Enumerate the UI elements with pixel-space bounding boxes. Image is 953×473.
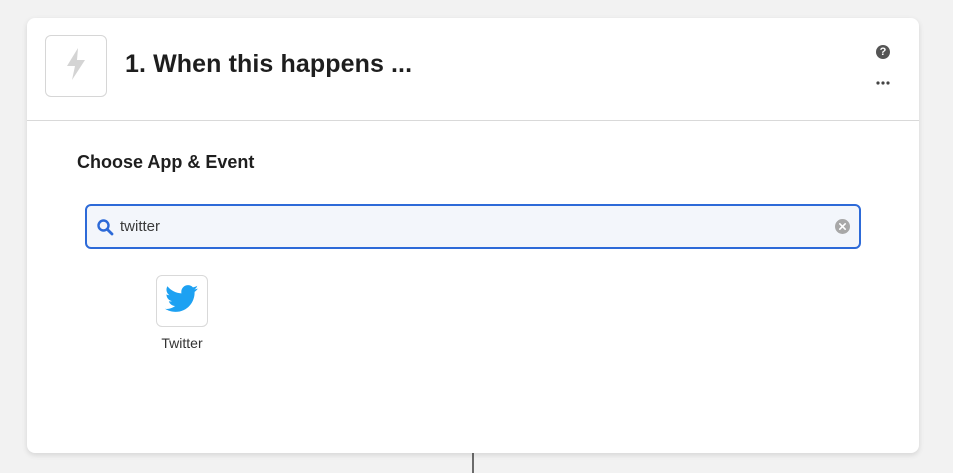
step-connector-line	[472, 450, 474, 473]
lightning-bolt-icon	[65, 47, 87, 86]
step-header: 1. When this happens ... ?	[27, 18, 919, 121]
question-circle-icon[interactable]: ?	[876, 45, 890, 59]
step-title: 1. When this happens ...	[125, 50, 413, 78]
app-search-box	[85, 204, 861, 249]
ellipsis-icon[interactable]	[874, 76, 892, 90]
twitter-bird-icon	[165, 284, 199, 318]
clear-icon[interactable]	[835, 219, 850, 234]
app-result-twitter[interactable]: Twitter	[145, 275, 219, 355]
section-title: Choose App & Event	[77, 152, 255, 172]
search-input[interactable]	[120, 206, 820, 247]
app-result-label: Twitter	[161, 335, 203, 351]
trigger-icon-container	[45, 35, 107, 97]
search-icon	[96, 218, 114, 236]
step-card: 1. When this happens ... ? Choose App & …	[27, 18, 919, 453]
app-icon-container	[156, 275, 208, 327]
